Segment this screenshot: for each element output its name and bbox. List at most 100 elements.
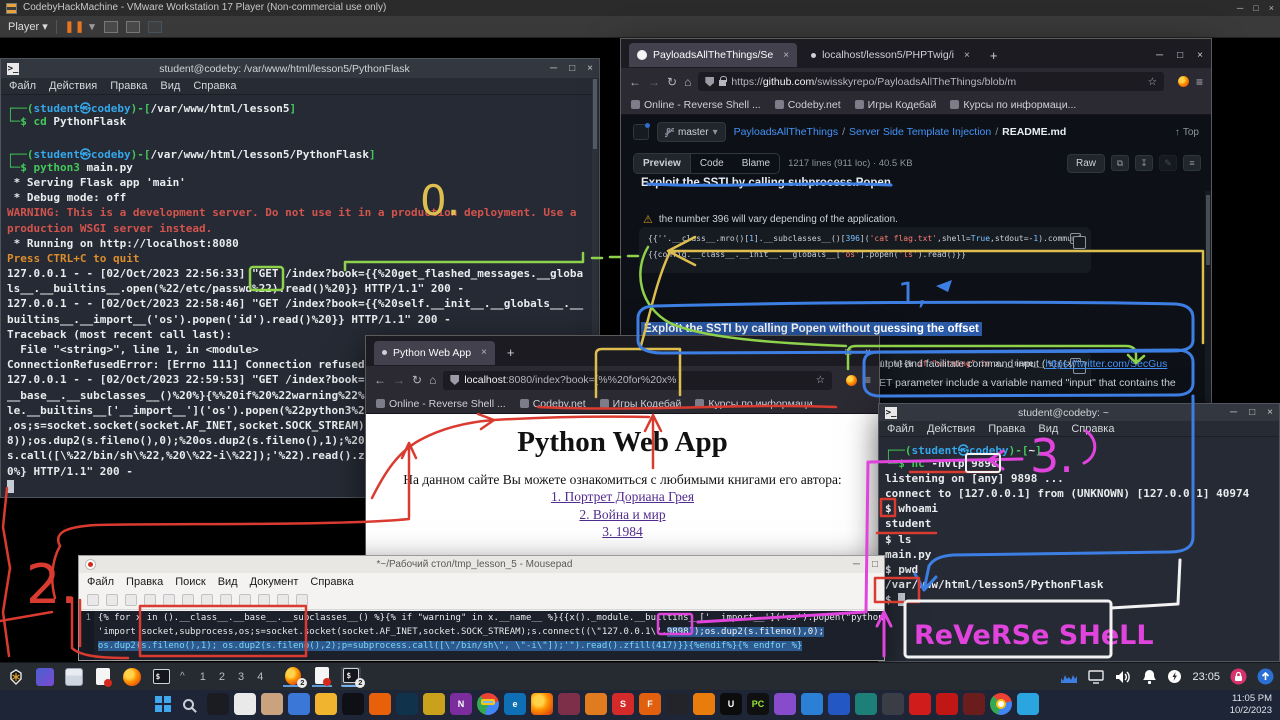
menu-item[interactable]: Правка	[126, 576, 163, 588]
bookmark-star-icon[interactable]: ☆	[1148, 76, 1157, 88]
shazam-icon[interactable]: S	[612, 693, 634, 715]
running-mousepad[interactable]	[312, 667, 332, 687]
tab-close-icon[interactable]: ×	[481, 347, 487, 358]
windows-clock[interactable]: 11:05 PM 10/2/2023	[1230, 693, 1272, 717]
minimize-button[interactable]: ─	[853, 559, 860, 570]
bookmark-item[interactable]: Online - Reverse Shell ...	[376, 398, 506, 410]
vmware-close-button[interactable]: ×	[1269, 0, 1274, 16]
onenote-icon[interactable]: N	[450, 693, 472, 715]
save-as-icon[interactable]	[144, 594, 156, 606]
gpu-icon[interactable]	[963, 693, 985, 715]
webcam-icon[interactable]	[666, 693, 688, 715]
maximize-button[interactable]: □	[872, 559, 878, 570]
extension-icon[interactable]	[1178, 76, 1189, 87]
vscode-icon[interactable]	[801, 693, 823, 715]
bookmark-item[interactable]: Курсы по информаци...	[950, 99, 1076, 111]
clock-icon[interactable]	[369, 693, 391, 715]
book-link-3[interactable]: 3. 1984	[366, 523, 879, 541]
tab-close-icon[interactable]: ×	[783, 50, 789, 61]
start-icon[interactable]	[155, 696, 171, 712]
visual-studio-icon[interactable]	[774, 693, 796, 715]
notifications-bell-icon[interactable]	[1142, 669, 1157, 685]
new-tab-button[interactable]: +	[984, 48, 1004, 63]
minimize-button[interactable]: ─	[1156, 50, 1163, 61]
terminal-launcher-icon[interactable]: $	[151, 667, 171, 687]
search-icon[interactable]	[183, 699, 194, 710]
raw-button[interactable]: Raw	[1067, 154, 1105, 173]
mousepad-launcher-icon[interactable]	[93, 667, 113, 687]
tab-preview[interactable]: Preview	[634, 154, 691, 173]
maximize-button[interactable]: □	[569, 63, 575, 74]
open-file-icon[interactable]	[106, 594, 118, 606]
tab-blame[interactable]: Blame	[733, 154, 779, 173]
obsidian-icon[interactable]	[342, 693, 364, 715]
menu-item[interactable]: Правка	[110, 80, 147, 92]
telegram-icon[interactable]	[1017, 693, 1039, 715]
running-terminal[interactable]: $2	[341, 667, 361, 687]
close-button[interactable]: ×	[865, 347, 871, 358]
terminal-titlebar[interactable]: >_ student@codeby: /var/www/html/lesson5…	[1, 59, 599, 78]
app-menu-icon[interactable]: ≡	[864, 373, 871, 387]
volume-icon[interactable]	[1114, 669, 1132, 685]
copy-raw-icon[interactable]: ⧉	[1111, 155, 1129, 171]
virtualbox-icon[interactable]	[396, 693, 418, 715]
extension-icon[interactable]	[846, 375, 857, 386]
tab-close-icon[interactable]: ×	[964, 50, 970, 61]
back-icon[interactable]: ←	[374, 373, 386, 387]
unreal-icon[interactable]: U	[720, 693, 742, 715]
terminal-titlebar[interactable]: >_ student@codeby: ~ ─ □ ×	[879, 404, 1279, 421]
chrome-profile-icon[interactable]	[990, 693, 1012, 715]
calendar-icon[interactable]	[288, 693, 310, 715]
url-bar[interactable]: https://github.com/swisskyrepo/PayloadsA…	[698, 72, 1164, 91]
search-replace-icon[interactable]	[296, 594, 308, 606]
menu-item[interactable]: Файл	[87, 576, 114, 588]
minimize-button[interactable]: ─	[1230, 407, 1237, 418]
back-icon[interactable]: ←	[629, 75, 641, 89]
running-firefox[interactable]: 2	[283, 667, 303, 687]
spike-icon[interactable]	[882, 693, 904, 715]
updates-icon[interactable]	[1257, 668, 1274, 685]
tab-localhost[interactable]: localhost/lesson5/PHPTwig/i ×	[803, 43, 978, 67]
pycharm-icon[interactable]: PC	[747, 693, 769, 715]
file-manager-icon[interactable]	[64, 667, 84, 687]
minimize-button[interactable]: ─	[550, 63, 557, 74]
new-file-icon[interactable]	[87, 594, 99, 606]
show-desktop-icon[interactable]	[35, 667, 55, 687]
folder-icon[interactable]	[315, 693, 337, 715]
chrome-icon[interactable]	[477, 693, 499, 715]
power-icon[interactable]	[1167, 669, 1182, 684]
breadcrumb[interactable]: PayloadsAllTheThings / Server Side Templ…	[734, 126, 1067, 138]
speedtest-icon[interactable]	[207, 693, 229, 715]
menu-item[interactable]: Действия	[927, 423, 975, 435]
tab-github[interactable]: PayloadsAllTheThings/Se ×	[629, 43, 797, 67]
cospace-icon[interactable]	[855, 693, 877, 715]
fl-studio-icon[interactable]	[585, 693, 607, 715]
forward-icon[interactable]: →	[648, 75, 660, 89]
download-icon[interactable]: ↧	[1135, 155, 1153, 171]
bookmark-item[interactable]: Codeby.net	[775, 99, 841, 111]
f-app-icon[interactable]: F	[639, 693, 661, 715]
reload-icon[interactable]: ↻	[667, 75, 677, 89]
screen-lock-icon[interactable]	[1230, 668, 1247, 685]
tab-python-web-app[interactable]: Python Web App ×	[374, 341, 495, 365]
vmware-pause-button[interactable]: ❚❚ ▾	[65, 20, 96, 33]
back-to-top-link[interactable]: ↑Top	[1175, 127, 1199, 138]
maximize-button[interactable]: □	[845, 347, 851, 358]
editor-area[interactable]: 1 {% for x in ().__class__.__base__.__su…	[79, 611, 884, 660]
new-tab-button[interactable]: +	[501, 345, 521, 360]
tab-code[interactable]: Code	[691, 154, 733, 173]
maximize-button[interactable]: □	[1249, 407, 1255, 418]
forward-icon[interactable]: →	[393, 373, 405, 387]
firefox-launcher-icon[interactable]	[122, 667, 142, 687]
editor-text[interactable]: {% for x in ().__class__.__base__.__subc…	[94, 611, 884, 660]
display-icon[interactable]	[1088, 670, 1104, 684]
menu-item[interactable]: Действия	[49, 80, 97, 92]
vmware-player-menu[interactable]: Player ▾	[8, 20, 48, 33]
file-tree-icon[interactable]	[633, 124, 649, 140]
portrait-icon[interactable]	[261, 693, 283, 715]
save-icon[interactable]	[125, 594, 137, 606]
menu-item[interactable]: Вид	[1038, 423, 1058, 435]
reload-icon[interactable]: ↻	[412, 373, 422, 387]
vmware-minimize-button[interactable]: ─	[1237, 0, 1243, 16]
menu-item[interactable]: Правка	[988, 423, 1025, 435]
